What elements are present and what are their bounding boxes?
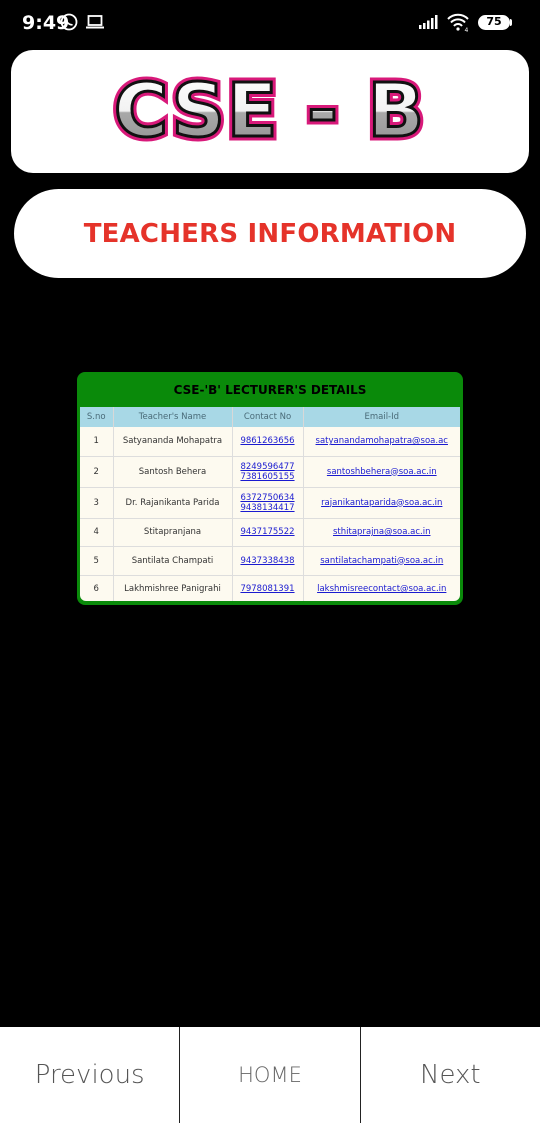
cell-name: Santosh Behera [113, 456, 233, 488]
cell-email: lakshmisreecontact@soa.ac.in [303, 575, 460, 601]
cell-sno: 5 [80, 546, 114, 576]
phone-link[interactable]: 8249596477 [235, 462, 301, 472]
home-button[interactable]: HOME [180, 1027, 361, 1123]
cell-sno: 2 [80, 456, 114, 488]
battery-tip [510, 19, 512, 26]
lecturer-table: S.no Teacher's Name Contact No Email-Id … [80, 407, 460, 601]
table-container: S.no Teacher's Name Contact No Email-Id … [80, 407, 460, 601]
cell-email: santoshbehera@soa.ac.in [303, 456, 460, 488]
table-row: 2 Santosh Behera 8249596477 7381605155 s… [80, 456, 460, 488]
table-row: 6 Lakhmishree Panigrahi 7978081391 laksh… [80, 575, 460, 601]
table-title: CSE-'B' LECTURER'S DETAILS [173, 383, 367, 397]
email-link[interactable]: satyanandamohapatra@soa.ac [316, 436, 448, 446]
cell-contact: 8249596477 7381605155 [232, 456, 304, 488]
wifi-icon: 4 [447, 13, 469, 32]
col-header-name: Teacher's Name [113, 407, 233, 427]
cell-email: rajanikantaparida@soa.ac.in [303, 487, 460, 519]
page-subtitle: TEACHERS INFORMATION [83, 218, 457, 249]
screen: 9:49 4 75 CSE - B CSE - B TEACHERS INFOR… [0, 0, 540, 1123]
cell-contact: 9437175522 [232, 518, 304, 547]
cell-contact: 6372750634 9438134417 [232, 487, 304, 519]
phone-link[interactable]: 9861263656 [240, 436, 294, 446]
col-header-contact: Contact No [232, 407, 304, 427]
title-logo: CSE - B CSE - B [109, 64, 428, 159]
svg-text:4: 4 [465, 27, 469, 32]
col-header-email: Email-Id [364, 412, 400, 422]
phone-link[interactable]: 9438134417 [235, 503, 301, 513]
cell-email: satyanandamohapatra@soa.ac [303, 427, 460, 457]
cell-contact: 9861263656 [232, 427, 304, 457]
phone-link[interactable]: 9437175522 [240, 527, 294, 537]
cell-sno: 3 [80, 487, 114, 519]
cell-sno: 4 [80, 518, 114, 547]
email-link[interactable]: sthitaprajna@soa.ac.in [333, 527, 430, 537]
email-link[interactable]: rajanikantaparida@soa.ac.in [321, 498, 442, 508]
subtitle-pill: TEACHERS INFORMATION [14, 189, 526, 278]
cell-email: sthitaprajna@soa.ac.in [303, 518, 460, 547]
table-row: 4 Stitapranjana 9437175522 sthitaprajna@… [80, 518, 460, 547]
cell-name: Dr. Rajanikanta Parida [113, 487, 233, 519]
table-header-row: S.no Teacher's Name Contact No Email-Id [80, 407, 460, 427]
title-card: CSE - B CSE - B [11, 50, 529, 173]
cell-name: Santilata Champati [113, 546, 233, 576]
cell-name: Satyananda Mohapatra [113, 427, 233, 457]
table-row: 3 Dr. Rajanikanta Parida 6372750634 9438… [80, 487, 460, 519]
status-bar: 9:49 4 75 [0, 0, 540, 46]
phone-link[interactable]: 9437338438 [240, 556, 294, 566]
phone-link[interactable]: 7381605155 [235, 472, 301, 482]
bottom-nav: Previous HOME Next [0, 1027, 540, 1123]
email-link[interactable]: santoshbehera@soa.ac.in [327, 467, 437, 477]
whatsapp-icon [60, 13, 78, 31]
phone-link[interactable]: 7978081391 [240, 584, 294, 594]
battery-indicator: 75 [478, 15, 510, 30]
cell-sno: 1 [80, 427, 114, 457]
cell-sno: 6 [80, 575, 114, 601]
phone-link[interactable]: 6372750634 [235, 493, 301, 503]
lecturer-details-card: CSE-'B' LECTURER'S DETAILS S.no Teacher'… [77, 372, 463, 605]
previous-button[interactable]: Previous [0, 1027, 181, 1123]
laptop-icon [86, 15, 104, 29]
table-row: 5 Santilata Champati 9437338438 santilat… [80, 546, 460, 576]
email-link[interactable]: santilatachampati@soa.ac.in [320, 556, 443, 566]
cell-contact: 7978081391 [232, 575, 304, 601]
cell-name: Stitapranjana [113, 518, 233, 547]
cell-contact: 9437338438 [232, 546, 304, 576]
email-link[interactable]: lakshmisreecontact@soa.ac.in [317, 584, 446, 594]
cell-name: Lakhmishree Panigrahi [113, 575, 233, 601]
col-header-sno: S.no [80, 407, 114, 427]
signal-icon [419, 15, 438, 29]
table-row: 1 Satyananda Mohapatra 9861263656 satyan… [80, 427, 460, 457]
next-button[interactable]: Next [361, 1027, 540, 1123]
cell-email: santilatachampati@soa.ac.in [303, 546, 460, 576]
title-text-inner: CSE - B [114, 68, 426, 154]
